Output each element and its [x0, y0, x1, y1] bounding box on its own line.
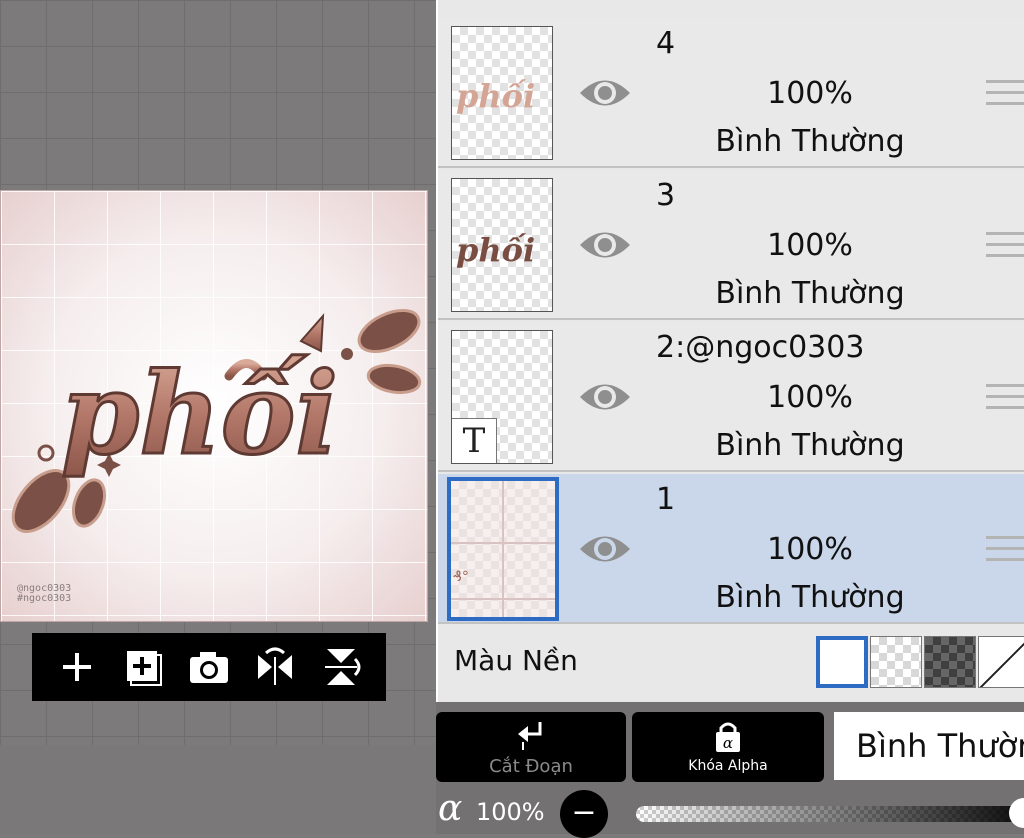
- layer-thumbnail: phối: [451, 26, 553, 160]
- layer-thumbnail: T: [451, 330, 553, 464]
- layer-row-4[interactable]: phối 4 100% Bình Thường: [438, 18, 1024, 168]
- background-label: Màu Nền: [454, 644, 578, 677]
- alpha-lock-button[interactable]: α Khóa Alpha: [632, 712, 824, 782]
- layer-properties-bar: Cắt Đoạn α Khóa Alpha Bình Thường α 100%…: [436, 702, 1024, 838]
- drag-handle-icon[interactable]: [986, 536, 1024, 566]
- layer-name: 4: [656, 26, 676, 61]
- layer-row-3[interactable]: phối 3 100% Bình Thường: [438, 170, 1024, 320]
- layer-opacity: 100%: [767, 380, 853, 415]
- clipping-label: Cắt Đoạn: [489, 756, 573, 777]
- layer-toolbar: [32, 633, 386, 701]
- visibility-eye-icon[interactable]: [578, 524, 632, 574]
- decrease-opacity-button[interactable]: −: [560, 790, 608, 838]
- alpha-lock-label: Khóa Alpha: [688, 758, 768, 774]
- drawing-canvas[interactable]: phối @ngoc0303 #ngoc0303: [0, 190, 428, 622]
- visibility-eye-icon[interactable]: [578, 372, 632, 422]
- background-color-row: Màu Nền: [438, 626, 1024, 702]
- artist-watermark: @ngoc0303 #ngoc0303: [17, 583, 72, 604]
- layer-opacity: 100%: [767, 76, 853, 111]
- visibility-eye-icon[interactable]: [578, 220, 632, 270]
- background-none-swatch[interactable]: [978, 636, 1024, 688]
- layers-panel: phối 4 100% Bình Thường phối 3 100% Bình…: [436, 0, 1024, 702]
- drag-handle-icon[interactable]: [986, 384, 1024, 414]
- layer-name: 3: [656, 178, 676, 213]
- leaf-decoration-right: [357, 308, 422, 395]
- layer-row-2[interactable]: T 2:@ngoc0303 100% Bình Thường: [438, 322, 1024, 472]
- opacity-slider-thumb[interactable]: [1009, 798, 1024, 828]
- camera-icon: [190, 652, 228, 683]
- add-image-layer-icon: [127, 651, 162, 686]
- background-white-swatch[interactable]: [816, 636, 868, 688]
- flip-horizontal-icon: [258, 647, 292, 685]
- layer-blend-mode: Bình Thường: [715, 124, 905, 159]
- layer-row-partial[interactable]: [438, 0, 1024, 20]
- alpha-symbol: α: [438, 788, 463, 829]
- svg-text:phối: phối: [456, 77, 535, 115]
- svg-text:α: α: [723, 734, 733, 752]
- layer-blend-mode: Bình Thường: [715, 580, 905, 615]
- layer-opacity: 100%: [767, 532, 853, 567]
- layer-thumbnail: phối: [451, 178, 553, 312]
- drag-handle-icon[interactable]: [986, 80, 1024, 110]
- flip-vertical-button[interactable]: [319, 645, 363, 689]
- opacity-row: α 100% −: [436, 788, 1024, 838]
- opacity-value: 100%: [476, 798, 545, 826]
- layer-blend-mode: Bình Thường: [715, 276, 905, 311]
- add-layer-button[interactable]: [55, 645, 99, 689]
- layer-blend-mode: Bình Thường: [715, 428, 905, 463]
- layer-opacity: 100%: [767, 228, 853, 263]
- flip-vertical-icon: [325, 649, 361, 685]
- camera-button[interactable]: [187, 645, 231, 689]
- background-transparent-light-swatch[interactable]: [870, 636, 922, 688]
- artwork: phối: [11, 308, 422, 533]
- layer-thumbnail: ₰°: [447, 477, 559, 621]
- add-image-layer-button[interactable]: [121, 645, 165, 689]
- visibility-eye-icon[interactable]: [578, 68, 632, 118]
- svg-text:phối: phối: [456, 231, 535, 269]
- clipping-arrow-icon: [518, 722, 542, 750]
- background-transparent-dark-swatch[interactable]: [924, 636, 976, 688]
- drag-handle-icon[interactable]: [986, 232, 1024, 262]
- text-layer-icon: T: [452, 418, 497, 463]
- layer-row-1[interactable]: ₰° 1 100% Bình Thường: [438, 474, 1024, 624]
- layer-name: 1: [656, 482, 676, 517]
- add-layer-icon: [63, 653, 91, 681]
- flip-horizontal-button[interactable]: [253, 645, 297, 689]
- svg-text:₰°: ₰°: [453, 569, 469, 585]
- opacity-slider[interactable]: [636, 806, 1024, 822]
- workspace-lower-area: [0, 745, 436, 834]
- blend-mode-select[interactable]: Bình Thường: [834, 712, 1024, 780]
- layer-name: 2:@ngoc0303: [656, 330, 865, 365]
- lock-icon: α: [716, 722, 740, 752]
- svg-text:phối: phối: [61, 349, 338, 480]
- clipping-button[interactable]: Cắt Đoạn: [436, 712, 626, 782]
